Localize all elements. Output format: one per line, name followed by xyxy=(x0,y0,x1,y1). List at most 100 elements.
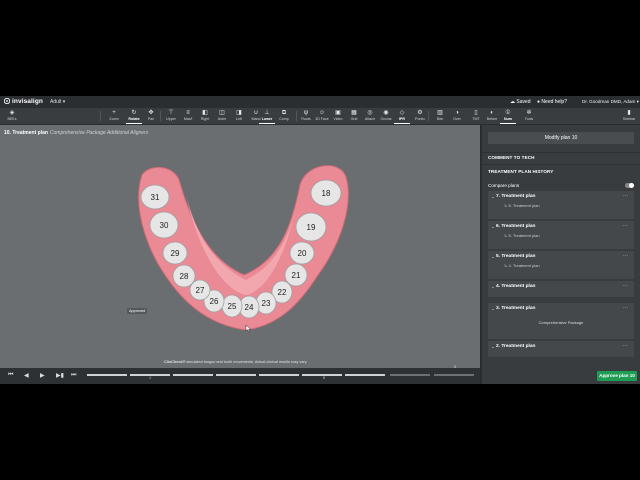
tooth-31[interactable]: 31 xyxy=(140,184,170,210)
patient-selector[interactable]: Adult ▾ xyxy=(50,99,65,105)
stage-segment[interactable] xyxy=(302,374,342,376)
more-options-icon[interactable]: ··· xyxy=(623,343,628,349)
toolbar-button-3d-face[interactable]: ☺ 3D Face xyxy=(314,108,330,124)
skip-back-icon[interactable]: ⏮ xyxy=(8,372,13,379)
stage-segment[interactable] xyxy=(87,374,127,376)
play-icon[interactable]: ▶ xyxy=(40,372,45,379)
toolbar-button-pan[interactable]: ✥ Pan xyxy=(143,108,159,124)
help-link[interactable]: ● Need help? xyxy=(537,99,567,105)
tooth-number: 19 xyxy=(307,223,316,232)
plan-card[interactable]: ⌄ 3. Treatment plan ··· Comprehensive Packa… xyxy=(488,303,634,339)
tooth-number: 30 xyxy=(160,221,169,230)
brand-logo: invisalign xyxy=(4,98,43,105)
toolbar-button-tmt[interactable]: ▯ TMT xyxy=(468,108,484,124)
3d-viewport[interactable]: 18 19 20 21 22 23 24 25 26 27 28 29 30 31 xyxy=(0,125,480,368)
toolbar-button-max-l[interactable]: ≡ Max/l xyxy=(180,108,196,124)
tooth-28[interactable]: 28 xyxy=(172,264,196,288)
toolbar-button-pontic[interactable]: ⚙ Pontic xyxy=(412,108,428,124)
toolbar-button-over[interactable]: ◑ Over xyxy=(449,108,465,124)
occlus-icon: ◉ xyxy=(383,110,389,116)
more-options-icon[interactable]: ··· xyxy=(623,305,628,311)
toolbar-label: TMT xyxy=(472,117,480,121)
plan-card[interactable]: ⌄ 2. Treatment plan ··· xyxy=(488,341,634,357)
toolbar-button-before[interactable]: ◐ Before xyxy=(484,108,500,124)
comment-header[interactable]: COMMENT TO TECH xyxy=(488,155,535,160)
lower-arch-model[interactable]: 18 19 20 21 22 23 24 25 26 27 28 29 30 31 xyxy=(0,125,480,368)
stage-segment[interactable] xyxy=(259,374,299,376)
chevron-down-icon[interactable]: ⌄ xyxy=(491,284,495,290)
plan-title: 3. Treatment plan xyxy=(496,306,536,311)
toolbar-button-roots[interactable]: ψ Roots xyxy=(298,108,314,124)
user-menu[interactable]: Dr. Goodman DMD, Adam ▾ xyxy=(582,99,639,105)
toolbar-button-upper[interactable]: ⊤ Upper xyxy=(163,108,179,124)
modify-plan-button[interactable]: Modify plan 10 xyxy=(488,132,634,144)
toolbar-label: Lower xyxy=(261,117,273,121)
toolbar-button-bite[interactable]: ▥ Bite xyxy=(432,108,448,124)
home-icon: ◈ xyxy=(9,110,15,116)
right-icon: ◧ xyxy=(202,110,208,116)
tooth-30[interactable]: 30 xyxy=(149,211,179,239)
history-header[interactable]: TREATMENT PLAN HISTORY xyxy=(488,169,553,174)
step-back-icon[interactable]: ◀ xyxy=(24,372,29,379)
plan-card[interactable]: ⌄ 6. Treatment plan ··· ↳ 5. Treatment plan xyxy=(488,221,634,249)
tmt-icon: ▯ xyxy=(474,110,478,116)
toolbar-button-video[interactable]: ▣ Video xyxy=(330,108,346,124)
plan-card[interactable]: ⌄ 7. Treatment plan ··· ↳ 6. Treatment plan xyxy=(488,191,634,219)
toolbar-button-lower[interactable]: ⊥ Lower xyxy=(259,108,275,124)
toolbar-button-bees[interactable]: ◈ BEEs xyxy=(4,108,20,124)
toolbar-button-zoom[interactable]: + Zoom xyxy=(106,108,122,124)
toolbar-button-rotate[interactable]: ↻ Rotate xyxy=(126,108,142,124)
app-window: invisalign Adult ▾ ☁ Saved ● Need help? … xyxy=(0,96,640,384)
chevron-down-icon[interactable]: ⌄ xyxy=(491,344,495,350)
more-options-icon[interactable]: ··· xyxy=(623,283,628,289)
chevron-down-icon[interactable]: ⌄ xyxy=(491,194,495,200)
toolbar-button-attach[interactable]: ◎ Attach xyxy=(362,108,378,124)
step-forward-icon[interactable]: ▶▮ xyxy=(56,372,64,379)
skip-forward-icon[interactable]: ⏭ xyxy=(71,372,76,379)
tooth-21[interactable]: 21 xyxy=(284,263,308,287)
toolbar-button-comp[interactable]: ⧉ Comp xyxy=(276,108,292,124)
stage-segment[interactable] xyxy=(345,374,385,376)
tooth-23[interactable]: 23 xyxy=(255,291,277,315)
tooth-19[interactable]: 19 xyxy=(295,212,327,242)
chevron-down-icon[interactable]: ⌄ xyxy=(491,254,495,260)
more-options-icon[interactable]: ··· xyxy=(623,223,628,229)
toolbar-button-anter[interactable]: ◫ Anter xyxy=(214,108,230,124)
anter-icon: ◫ xyxy=(219,110,225,116)
tooth-25[interactable]: 25 xyxy=(221,294,243,318)
comp-icon: ⧉ xyxy=(281,110,287,116)
stage-segment[interactable] xyxy=(434,374,474,376)
view-title: 10. Treatment plan Comprehensive Package … xyxy=(4,130,149,136)
toolbar-button-sidebar[interactable]: ▮ Sidebar xyxy=(621,108,637,124)
toolbar-button-left[interactable]: ◨ Left xyxy=(231,108,247,124)
plan-card[interactable]: ⌄ 5. Treatment plan ··· ↳ 4. Treatment plan xyxy=(488,251,634,279)
top-bar: invisalign Adult ▾ ☁ Saved ● Need help? … xyxy=(0,96,640,108)
toolbar-button-occlus[interactable]: ◉ Occlus xyxy=(378,108,394,124)
stage-segment[interactable] xyxy=(173,374,213,376)
toolbar-button-ipr[interactable]: ◇ IPR xyxy=(394,108,410,124)
tooth-27[interactable]: 27 xyxy=(189,279,211,301)
tooth-29[interactable]: 29 xyxy=(162,241,188,265)
invisalign-logo-icon xyxy=(4,98,10,104)
approve-plan-button[interactable]: Approve plan 10 xyxy=(597,371,637,381)
chevron-down-icon[interactable]: ⌄ xyxy=(491,306,495,312)
toolbar-button-num[interactable]: ① Num xyxy=(500,108,516,124)
more-options-icon[interactable]: ··· xyxy=(623,253,628,259)
rotate-icon: ↻ xyxy=(131,110,137,116)
stage-segment[interactable] xyxy=(390,374,430,376)
chevron-down-icon[interactable]: ⌄ xyxy=(491,224,495,230)
compare-plans-toggle[interactable] xyxy=(625,183,634,188)
toolbar-button-right[interactable]: ◧ Right xyxy=(197,108,213,124)
sidebar-icon: ▮ xyxy=(627,110,631,116)
tooth-18[interactable]: 18 xyxy=(310,179,342,207)
toolbar-label: Anter xyxy=(217,117,227,121)
toolbar-label: Occlus xyxy=(380,117,392,121)
plan-card[interactable]: ⌄ 4. Treatment plan ··· xyxy=(488,281,634,297)
plan-title: 5. Treatment plan xyxy=(496,254,536,259)
plan-title: 6. Treatment plan xyxy=(496,224,536,229)
toolbar-button-grid[interactable]: ▦ Grid xyxy=(346,108,362,124)
toolbar-button-tools[interactable]: ✲ Tools xyxy=(521,108,537,124)
stage-segment[interactable] xyxy=(216,374,256,376)
tooth-20[interactable]: 20 xyxy=(289,241,315,265)
more-options-icon[interactable]: ··· xyxy=(623,193,628,199)
